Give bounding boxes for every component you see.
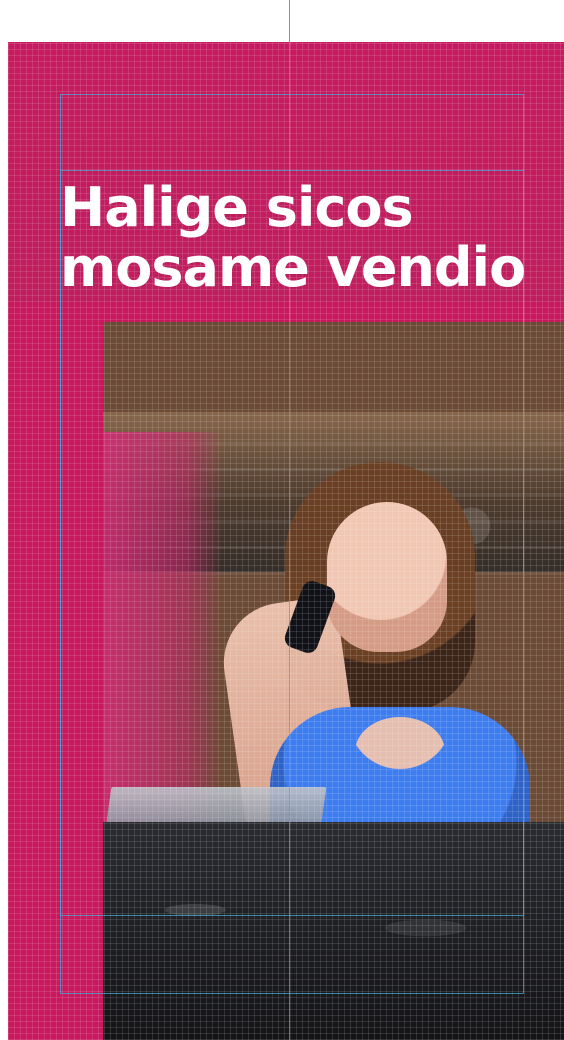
headline-line-2: mosame vendio xyxy=(60,236,526,299)
face xyxy=(327,502,447,652)
desk-glare xyxy=(103,862,564,982)
headline-line-1: Halige sicos xyxy=(60,176,414,239)
center-guide-top xyxy=(289,0,290,42)
neckline xyxy=(355,717,445,787)
photo-woman-on-phone xyxy=(103,322,564,1040)
headline: Halige sicos mosame vendio xyxy=(60,178,530,298)
design-canvas: Halige sicos mosame vendio xyxy=(0,0,564,1040)
artboard: Halige sicos mosame vendio xyxy=(8,42,564,1040)
